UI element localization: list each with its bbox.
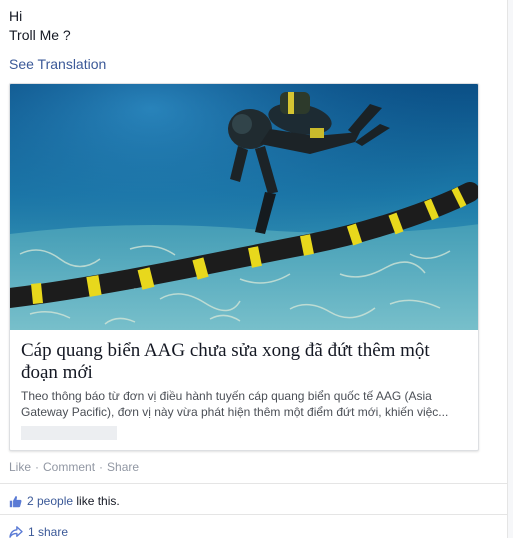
like-action[interactable]: Like (9, 460, 31, 474)
share-arrow-icon (9, 526, 23, 538)
share-action[interactable]: Share (107, 460, 139, 474)
comment-action[interactable]: Comment (43, 460, 95, 474)
see-translation-link[interactable]: See Translation (9, 55, 106, 73)
facebook-post: Hi Troll Me ? See Translation Cáp quang … (0, 0, 513, 538)
thumbs-up-icon (9, 495, 22, 507)
post-message-line-1: Hi (9, 8, 23, 24)
likes-count-link[interactable]: 2 people (27, 493, 73, 509)
shares-count-link[interactable]: 1 share (28, 524, 68, 538)
scrollbar-track[interactable] (508, 0, 513, 538)
action-separator: · (35, 460, 40, 474)
shares-summary: 1 share (9, 523, 68, 538)
post-message-line-2: Troll Me ? (9, 27, 71, 43)
likes-summary: 2 people like this. (9, 492, 120, 510)
divider (0, 483, 513, 484)
action-separator: · (99, 460, 104, 474)
link-preview-card[interactable]: Cáp quang biển AAG chưa sửa xong đã đứt … (9, 83, 479, 451)
likes-suffix: like this. (73, 494, 120, 508)
link-card-description: Theo thông báo từ đơn vị điều hành tuyến… (21, 389, 449, 419)
link-card-title[interactable]: Cáp quang biển AAG chưa sửa xong đã đứt … (21, 340, 466, 384)
divider (0, 514, 513, 515)
link-card-domain-placeholder (21, 426, 117, 440)
post-actions: Like · Comment · Share (9, 459, 139, 475)
underwater-cable-image[interactable] (10, 84, 479, 330)
